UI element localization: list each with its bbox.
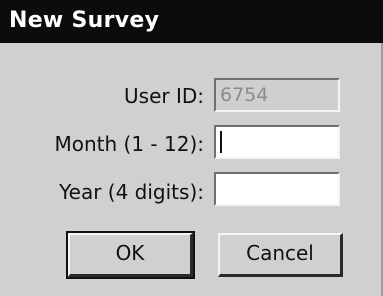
window-title: New Survey <box>9 8 160 33</box>
year-label: Year (4 digits): <box>59 180 204 204</box>
cancel-button-label: Cancel <box>246 241 314 265</box>
new-survey-dialog: New Survey User ID: Month (1 - 12): Year… <box>0 0 383 296</box>
ok-button-label: OK <box>115 241 145 265</box>
user-id-field <box>214 78 340 112</box>
year-input[interactable] <box>214 172 340 206</box>
user-id-label: User ID: <box>124 84 204 108</box>
title-bar[interactable]: New Survey <box>0 0 383 43</box>
month-input[interactable] <box>214 125 340 159</box>
month-label: Month (1 - 12): <box>54 132 205 156</box>
cancel-button[interactable]: Cancel <box>218 233 343 277</box>
ok-button[interactable]: OK <box>66 231 195 279</box>
text-caret <box>220 131 222 153</box>
